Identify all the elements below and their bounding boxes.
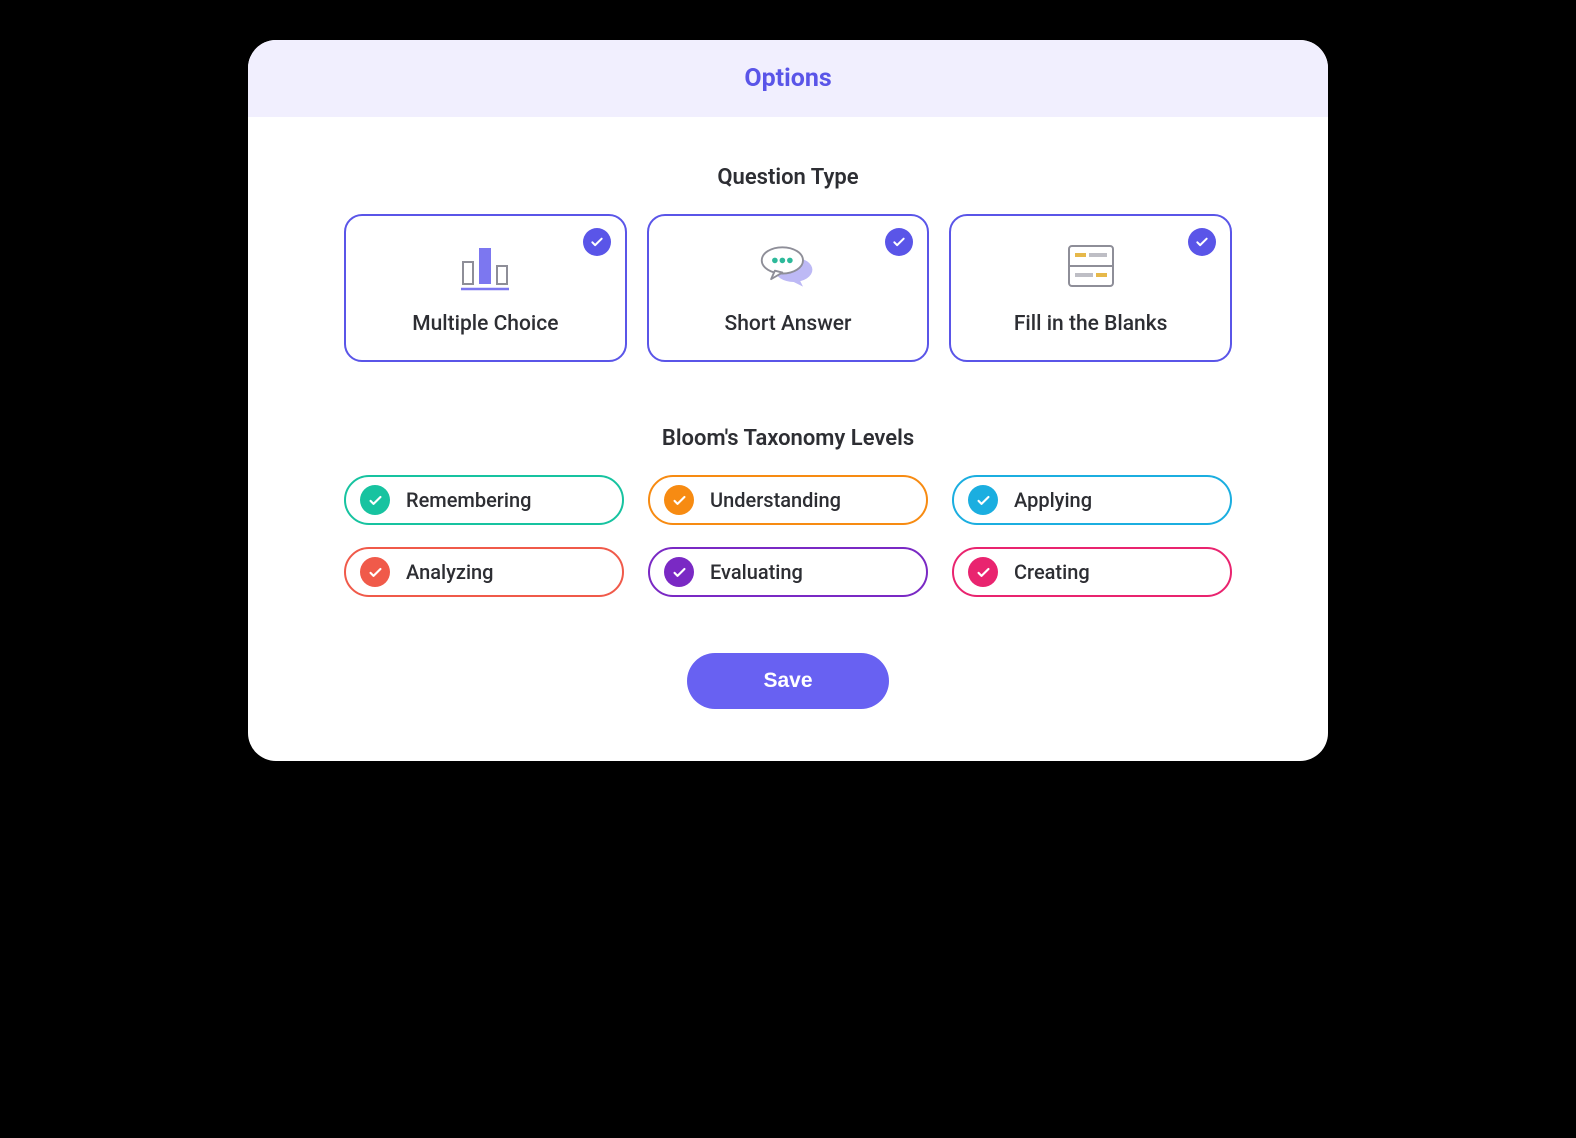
check-icon (360, 557, 390, 587)
bloom-pill-label: Applying (1014, 488, 1092, 512)
bloom-pill-evaluating[interactable]: Evaluating (648, 547, 928, 597)
options-modal: Options Question Type Multiple Choice (248, 40, 1328, 761)
bar-chart-icon (455, 240, 515, 292)
question-type-row: Multiple Choice S (344, 214, 1232, 362)
check-icon (968, 557, 998, 587)
bloom-pill-analyzing[interactable]: Analyzing (344, 547, 624, 597)
bloom-pill-label: Creating (1014, 560, 1090, 584)
check-icon (360, 485, 390, 515)
bloom-pill-applying[interactable]: Applying (952, 475, 1232, 525)
question-type-label: Fill in the Blanks (1014, 312, 1168, 336)
check-icon (583, 228, 611, 256)
bloom-grid: Remembering Understanding Applying Analy… (344, 475, 1232, 597)
check-icon (885, 228, 913, 256)
check-icon (1188, 228, 1216, 256)
bloom-pill-label: Remembering (406, 488, 531, 512)
bloom-pill-creating[interactable]: Creating (952, 547, 1232, 597)
bloom-pill-label: Analyzing (406, 560, 494, 584)
check-icon (968, 485, 998, 515)
question-type-label: Short Answer (725, 312, 852, 336)
bloom-pill-understanding[interactable]: Understanding (648, 475, 928, 525)
question-type-multiple-choice[interactable]: Multiple Choice (344, 214, 627, 362)
check-icon (664, 485, 694, 515)
form-lines-icon (1061, 240, 1121, 292)
question-type-label: Multiple Choice (412, 312, 558, 336)
save-button[interactable]: Save (687, 653, 888, 709)
question-type-short-answer[interactable]: Short Answer (647, 214, 930, 362)
modal-body: Question Type Multiple Choice (248, 117, 1328, 761)
question-type-heading: Question Type (344, 165, 1232, 190)
bloom-pill-remembering[interactable]: Remembering (344, 475, 624, 525)
question-type-fill-blanks[interactable]: Fill in the Blanks (949, 214, 1232, 362)
bloom-heading: Bloom's Taxonomy Levels (344, 426, 1232, 451)
modal-title: Options (248, 64, 1328, 93)
bloom-pill-label: Evaluating (710, 560, 803, 584)
modal-header: Options (248, 40, 1328, 117)
chat-bubbles-icon (758, 240, 818, 292)
save-row: Save (344, 653, 1232, 709)
bloom-pill-label: Understanding (710, 488, 841, 512)
check-icon (664, 557, 694, 587)
